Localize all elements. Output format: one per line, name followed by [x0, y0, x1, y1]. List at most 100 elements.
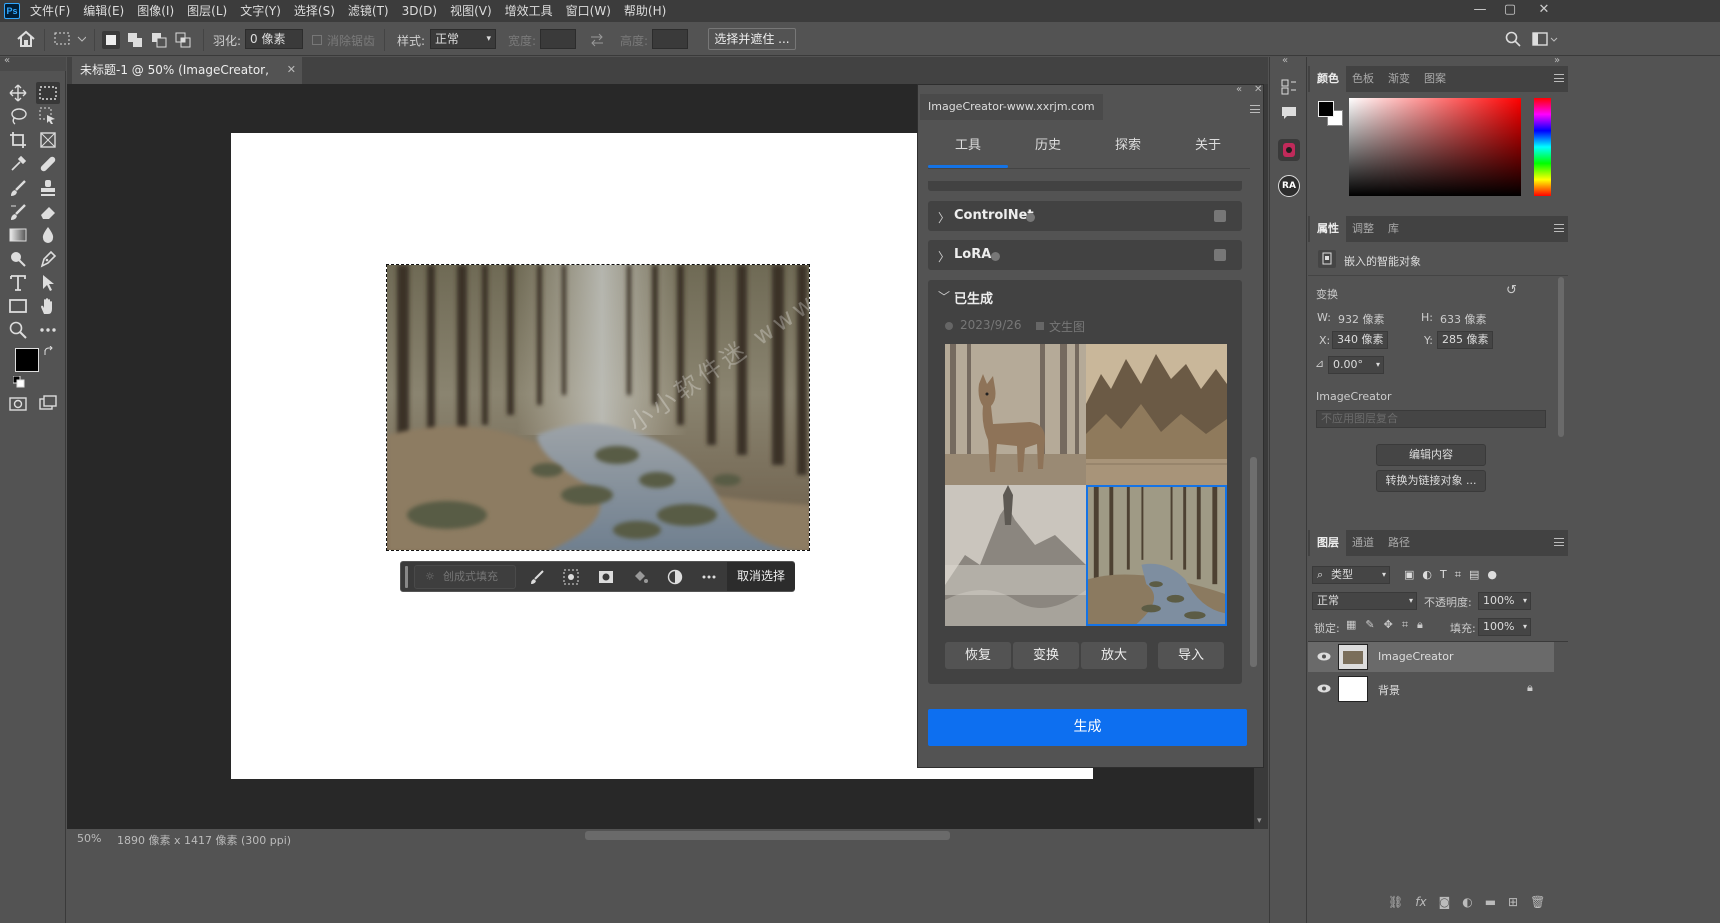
edit-contents-button[interactable]: 编辑内容	[1376, 444, 1486, 466]
lora-section[interactable]: 〉 LoRA	[928, 240, 1242, 270]
screen-mode-icon[interactable]	[36, 393, 60, 415]
blend-mode-select[interactable]: 正常 ▾	[1312, 592, 1417, 610]
ra-plugin-icon[interactable]: RA	[1278, 175, 1300, 197]
foreground-color-swatch[interactable]	[15, 348, 39, 372]
tab-layers[interactable]: 图层	[1310, 530, 1346, 556]
blur-tool-icon[interactable]	[36, 224, 60, 246]
lasso-tool-icon[interactable]	[6, 105, 30, 127]
default-colors-icon[interactable]	[13, 376, 25, 388]
layers-menu-icon[interactable]	[1554, 538, 1564, 546]
marquee-preset-icon[interactable]	[54, 31, 86, 47]
menu-filter[interactable]: 滤镜(T)	[348, 0, 389, 22]
eraser-tool-icon[interactable]	[36, 201, 60, 223]
tab-color[interactable]: 颜色	[1310, 66, 1346, 92]
plugin-scrollbar[interactable]	[1250, 457, 1257, 667]
adjustment-filter-icon[interactable]: ◐	[1422, 568, 1432, 582]
subtract-selection-icon[interactable]	[150, 31, 168, 49]
new-selection-icon[interactable]	[102, 31, 120, 49]
thumbnail-deer[interactable]	[945, 344, 1086, 485]
height-input[interactable]	[652, 29, 688, 49]
expand-panels-icon[interactable]: «	[1282, 55, 1288, 66]
import-button[interactable]: 导入	[1158, 642, 1224, 669]
path-selection-tool-icon[interactable]	[36, 272, 60, 294]
move-tool-icon[interactable]	[6, 82, 30, 104]
width-prop-value[interactable]: 932 像素	[1338, 311, 1385, 327]
layer-row-imagecreator[interactable]: ImageCreator	[1308, 642, 1554, 672]
tab-libraries[interactable]: 库	[1381, 216, 1406, 242]
workspace-icon[interactable]	[1532, 31, 1558, 47]
fill-input[interactable]: 100% ▾	[1478, 618, 1531, 636]
thumbnail-rock-landscape[interactable]	[1086, 344, 1227, 485]
menu-window[interactable]: 窗口(W)	[566, 0, 611, 22]
menu-view[interactable]: 视图(V)	[450, 0, 492, 22]
menu-select[interactable]: 选择(S)	[294, 0, 335, 22]
frame-tool-icon[interactable]	[36, 129, 60, 151]
object-select-tool-icon[interactable]	[36, 105, 60, 127]
zoom-level[interactable]: 50%	[77, 832, 101, 845]
layer-row-background[interactable]: 背景 🔒︎	[1308, 674, 1554, 704]
menu-layer[interactable]: 图层(L)	[187, 0, 227, 22]
crop-tool-icon[interactable]	[6, 129, 30, 151]
intersect-selection-icon[interactable]	[174, 31, 192, 49]
clone-stamp-tool-icon[interactable]	[36, 177, 60, 199]
lock-position-icon[interactable]: ✥	[1384, 618, 1393, 632]
canvas-image-layer[interactable]	[386, 264, 810, 551]
properties-scrollbar[interactable]	[1558, 277, 1564, 437]
tab-tools[interactable]: 工具	[928, 137, 1008, 155]
search-icon[interactable]	[1505, 31, 1521, 47]
visibility-eye-icon[interactable]	[1317, 652, 1331, 661]
gradient-tool-icon[interactable]	[6, 224, 30, 246]
rectangle-tool-icon[interactable]	[6, 295, 30, 317]
color-panel-menu-icon[interactable]	[1554, 74, 1564, 82]
new-adjustment-icon[interactable]: ◐	[1462, 895, 1472, 909]
adjustment-icon[interactable]	[667, 569, 683, 585]
reset-transform-icon[interactable]: ↺	[1506, 283, 1517, 298]
toolbar-collapse[interactable]: «	[0, 55, 66, 71]
brush-tool-icon[interactable]	[6, 177, 30, 199]
swap-colors-icon[interactable]	[43, 346, 55, 358]
lora-toggle[interactable]	[1214, 249, 1226, 261]
fx-icon[interactable]: fx	[1415, 895, 1426, 909]
menu-edit[interactable]: 编辑(E)	[83, 0, 124, 22]
close-tab-icon[interactable]: ✕	[287, 57, 296, 83]
document-tab[interactable]: 未标题-1 @ 50% (ImageCreator, RGB/8) * ✕	[72, 57, 302, 103]
transform-button[interactable]: 变换	[1013, 642, 1079, 669]
plugin-icon[interactable]	[1278, 139, 1300, 161]
home-icon[interactable]	[16, 30, 36, 48]
layer-comp-select[interactable]: 不应用图层复合	[1316, 410, 1546, 428]
visibility-eye-icon[interactable]	[1317, 684, 1331, 693]
horizontal-scrollbar-thumb[interactable]	[585, 831, 950, 840]
angle-input[interactable]: 0.00° ▾	[1328, 356, 1384, 374]
width-input[interactable]	[540, 29, 576, 49]
close-window-icon[interactable]: ✕	[1530, 0, 1558, 22]
type-filter-icon[interactable]: T	[1440, 568, 1447, 582]
pixel-filter-icon[interactable]: ▣	[1404, 568, 1414, 582]
generate-button[interactable]: 生成	[928, 709, 1247, 746]
menu-help[interactable]: 帮助(H)	[624, 0, 666, 22]
collapse-right-icon[interactable]: »	[1554, 55, 1560, 66]
swap-dimensions-icon[interactable]	[590, 33, 604, 47]
menu-type[interactable]: 文字(Y)	[240, 0, 281, 22]
y-prop-input[interactable]: 285 像素	[1437, 331, 1493, 349]
color-fg-swatch[interactable]	[1318, 101, 1334, 117]
antialias-checkbox[interactable]	[312, 35, 322, 45]
properties-menu-icon[interactable]	[1554, 224, 1564, 232]
history-brush-tool-icon[interactable]	[6, 201, 30, 223]
type-tool-icon[interactable]	[6, 272, 30, 294]
generative-fill-button[interactable]: ☼ 创成式填充	[414, 565, 516, 589]
lock-paint-icon[interactable]: ✎	[1365, 618, 1374, 632]
x-prop-input[interactable]: 340 像素	[1332, 331, 1388, 349]
feather-input[interactable]: 0 像素	[245, 29, 303, 49]
tab-explore[interactable]: 探索	[1088, 137, 1168, 155]
layer-name[interactable]: 背景	[1378, 682, 1400, 698]
color-picker-field[interactable]	[1349, 98, 1521, 196]
link-layers-icon[interactable]: ⛓︎	[1388, 895, 1403, 909]
lock-artboard-icon[interactable]: ⌗	[1402, 618, 1408, 632]
select-and-mask-button[interactable]: 选择并遮住 ...	[708, 28, 796, 50]
fill-icon[interactable]	[632, 569, 648, 585]
tab-paths[interactable]: 路径	[1381, 530, 1417, 556]
upscale-button[interactable]: 放大	[1081, 642, 1147, 669]
tab-about[interactable]: 关于	[1168, 137, 1248, 155]
eyedropper-tool-icon[interactable]	[6, 153, 30, 175]
shape-filter-icon[interactable]: ⌗	[1455, 568, 1461, 582]
